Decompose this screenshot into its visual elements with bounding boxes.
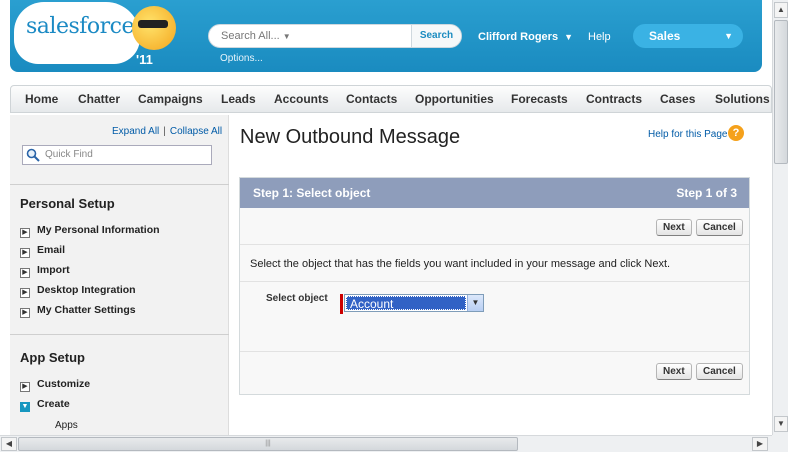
collapse-arrow-icon[interactable]: ▼	[20, 402, 30, 412]
global-search: Search All... ▼ Search	[208, 24, 462, 48]
search-options-link[interactable]: Options...	[220, 53, 263, 64]
divider	[10, 334, 229, 335]
search-button[interactable]: Search	[411, 25, 461, 47]
tab-forecasts[interactable]: Forecasts	[511, 92, 568, 106]
app-selector-label: Sales	[649, 29, 681, 43]
step-title: Step 1: Select object	[253, 186, 371, 200]
expand-arrow-icon[interactable]: ▶	[20, 268, 30, 278]
sun-mascot-icon	[132, 6, 176, 50]
tab-home[interactable]: Home	[25, 92, 58, 106]
sidebar-item-my-personal-information[interactable]: ▶ My Personal Information	[20, 224, 160, 238]
tab-opportunities[interactable]: Opportunities	[415, 92, 494, 106]
tab-cases[interactable]: Cases	[660, 92, 695, 106]
expand-collapse-links: Expand All | Collapse All	[112, 126, 222, 137]
next-button-bottom[interactable]: Next	[656, 363, 692, 380]
logo-year: '11	[136, 52, 153, 67]
step-counter: Step 1 of 3	[676, 186, 737, 200]
expand-arrow-icon[interactable]: ▶	[20, 382, 30, 392]
tab-contacts[interactable]: Contacts	[346, 92, 397, 106]
sunglasses-icon	[138, 20, 168, 28]
user-name: Clifford Rogers	[478, 31, 559, 43]
sidebar-item-create[interactable]: ▼ Create	[20, 398, 70, 412]
app-selector[interactable]: Sales ▼	[633, 24, 743, 48]
chevron-down-icon: ▼	[724, 31, 733, 41]
sidebar-item-desktop-integration[interactable]: ▶ Desktop Integration	[20, 284, 136, 298]
scroll-down-arrow-icon[interactable]: ▼	[774, 416, 788, 432]
divider	[240, 281, 749, 282]
sidebar-item-my-chatter-settings[interactable]: ▶ My Chatter Settings	[20, 304, 136, 318]
search-scope-caret-icon[interactable]: ▼	[283, 32, 291, 41]
logo-text: salesforce	[26, 14, 135, 39]
horizontal-scrollbar[interactable]: ◀ ||| ▶	[0, 435, 772, 452]
sidebar-subitem-apps[interactable]: Apps	[55, 420, 78, 431]
collapse-all-link[interactable]: Collapse All	[170, 126, 222, 137]
personal-setup-title: Personal Setup	[20, 196, 115, 211]
expand-arrow-icon[interactable]: ▶	[20, 308, 30, 318]
select-object-label: Select object	[266, 293, 328, 304]
expand-arrow-icon[interactable]: ▶	[20, 228, 30, 238]
tab-accounts[interactable]: Accounts	[274, 92, 329, 106]
quick-find-placeholder: Quick Find	[45, 149, 93, 160]
chevron-down-icon: ▼	[564, 32, 573, 42]
user-menu[interactable]: Clifford Rogers ▼	[478, 31, 573, 43]
setup-sidebar: Expand All | Collapse All Quick Find Perso…	[10, 115, 229, 435]
app-setup-title: App Setup	[20, 350, 85, 365]
divider	[240, 351, 749, 352]
help-for-this-page-link[interactable]: Help for this Page	[648, 129, 728, 140]
help-icon[interactable]: ?	[728, 125, 744, 141]
instructions-text: Select the object that has the fields yo…	[250, 258, 671, 270]
page-title: New Outbound Message	[240, 126, 461, 148]
vertical-scroll-thumb[interactable]	[774, 20, 788, 164]
tab-solutions[interactable]: Solutions	[715, 92, 770, 106]
scroll-left-arrow-icon[interactable]: ◀	[1, 437, 17, 451]
divider	[240, 244, 749, 245]
tab-campaigns[interactable]: Campaigns	[138, 92, 203, 106]
selected-object-value: Account	[346, 296, 466, 311]
cancel-button-bottom[interactable]: Cancel	[696, 363, 743, 380]
select-object-dropdown[interactable]: Account ▼	[344, 294, 484, 312]
tab-leads[interactable]: Leads	[221, 92, 256, 106]
tab-chatter[interactable]: Chatter	[78, 92, 120, 106]
expand-arrow-icon[interactable]: ▶	[20, 248, 30, 258]
required-indicator	[340, 294, 343, 314]
header: salesforce '11 Search All... ▼ Search Op…	[0, 0, 772, 78]
next-button-top[interactable]: Next	[656, 219, 692, 236]
sidebar-item-import[interactable]: ▶ Import	[20, 264, 70, 278]
quick-find-input[interactable]: Quick Find	[22, 145, 212, 165]
sidebar-item-email[interactable]: ▶ Email	[20, 244, 65, 258]
separator: |	[163, 126, 166, 137]
search-input[interactable]: Search All... ▼	[221, 30, 291, 42]
tab-contracts[interactable]: Contracts	[586, 92, 642, 106]
scrollbar-corner	[772, 435, 788, 452]
cancel-button-top[interactable]: Cancel	[696, 219, 743, 236]
horizontal-scroll-thumb[interactable]: |||	[18, 437, 518, 451]
divider	[10, 184, 229, 185]
expand-all-link[interactable]: Expand All	[112, 126, 159, 137]
tab-bar: Home Chatter Campaigns Leads Accounts Co…	[10, 85, 772, 113]
search-icon	[26, 148, 40, 162]
step-panel: Step 1: Select object Step 1 of 3 Next C…	[239, 177, 750, 395]
scroll-right-arrow-icon[interactable]: ▶	[752, 437, 768, 451]
header-help-link[interactable]: Help	[588, 31, 611, 43]
step-header: Step 1: Select object Step 1 of 3	[240, 178, 749, 208]
vertical-scrollbar[interactable]: ▲ ▼	[772, 0, 788, 435]
chevron-down-icon[interactable]: ▼	[467, 295, 483, 311]
sidebar-item-customize[interactable]: ▶ Customize	[20, 378, 90, 392]
expand-arrow-icon[interactable]: ▶	[20, 288, 30, 298]
scroll-up-arrow-icon[interactable]: ▲	[774, 2, 788, 18]
